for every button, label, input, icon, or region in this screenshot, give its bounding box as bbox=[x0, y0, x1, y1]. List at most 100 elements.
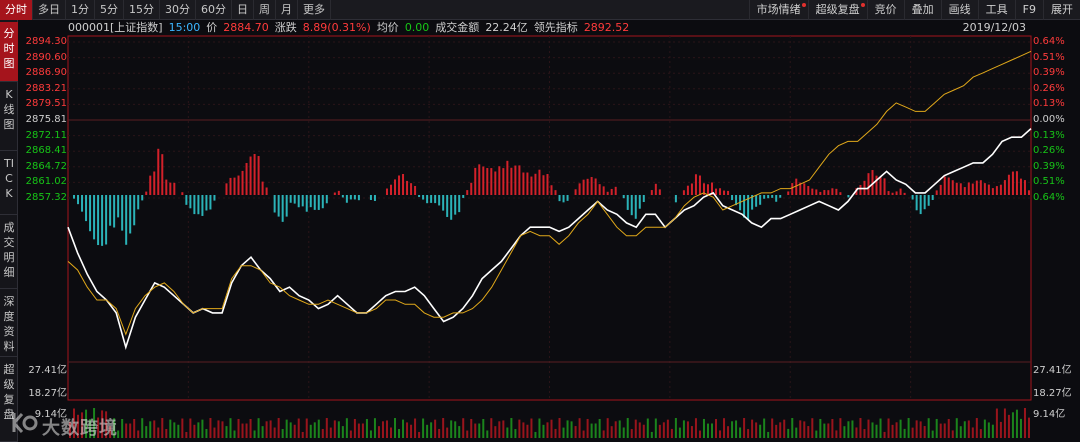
volume-bar bbox=[450, 420, 453, 438]
volume-bar bbox=[763, 418, 766, 438]
volume-bar bbox=[422, 418, 425, 438]
tool-button[interactable]: F9 bbox=[1014, 0, 1043, 20]
momentum-bar bbox=[999, 184, 1002, 195]
tool-button[interactable]: 市场情绪 bbox=[748, 0, 808, 20]
volume-bar bbox=[381, 421, 384, 438]
momentum-bar bbox=[947, 177, 950, 195]
price-axis-label: 2864.72 bbox=[25, 160, 67, 172]
momentum-bar bbox=[883, 178, 886, 195]
volume-bar bbox=[325, 418, 328, 438]
momentum-bar bbox=[301, 195, 304, 207]
intraday-chart[interactable] bbox=[0, 0, 1080, 442]
volume-bar bbox=[594, 423, 597, 438]
volume-axis-label: 18.27亿 bbox=[28, 388, 67, 399]
momentum-bar bbox=[1015, 171, 1018, 195]
volume-bar bbox=[658, 424, 661, 438]
period-tab[interactable]: 日 bbox=[232, 0, 254, 20]
momentum-bar bbox=[755, 195, 758, 207]
volume-bar bbox=[1015, 409, 1018, 438]
momentum-bar bbox=[281, 195, 284, 222]
momentum-bar bbox=[522, 172, 525, 195]
volume-bar bbox=[365, 419, 368, 438]
volume-bar bbox=[674, 418, 677, 438]
momentum-bar bbox=[650, 190, 653, 195]
side-tab[interactable]: K线图 bbox=[0, 83, 18, 151]
price-axis-label: 2857.32 bbox=[25, 192, 67, 203]
tool-button[interactable]: 超级复盘 bbox=[807, 0, 867, 20]
period-tab[interactable]: 周 bbox=[254, 0, 276, 20]
side-tab[interactable]: TICK bbox=[0, 152, 18, 215]
period-tab[interactable]: 60分 bbox=[196, 0, 232, 20]
momentum-bar bbox=[161, 154, 164, 195]
side-tab-label: 成交明细 bbox=[3, 221, 15, 279]
period-tab[interactable]: 30分 bbox=[160, 0, 196, 20]
tool-button[interactable]: 叠加 bbox=[903, 0, 941, 20]
tool-button[interactable]: 画线 bbox=[940, 0, 978, 20]
momentum-bar bbox=[658, 189, 661, 195]
tool-button[interactable]: 竞价 bbox=[866, 0, 904, 20]
momentum-bar bbox=[911, 195, 914, 200]
momentum-bar bbox=[630, 195, 633, 216]
top-toolbar: 分时 多日 1分 5分 15分 30分 60分日周月更多 市场情绪 超级复盘 竞价 叠加 画线 工具 F… bbox=[0, 0, 1080, 20]
momentum-bar bbox=[189, 195, 192, 209]
volume-bar bbox=[514, 429, 517, 438]
tool-button[interactable]: 工具 bbox=[977, 0, 1015, 20]
momentum-bar bbox=[353, 195, 356, 200]
volume-bar bbox=[486, 430, 489, 438]
period-tab[interactable]: 15分 bbox=[124, 0, 160, 20]
period-tab[interactable]: 分时 bbox=[0, 0, 33, 20]
change-value: 8.89(0.31%) bbox=[302, 21, 371, 34]
momentum-bar bbox=[959, 183, 962, 195]
momentum-bar bbox=[763, 195, 766, 199]
volume-bar bbox=[919, 421, 922, 438]
volume-bar bbox=[161, 418, 164, 438]
volume-bar bbox=[715, 419, 718, 438]
volume-bar bbox=[755, 422, 758, 438]
period-tab[interactable]: 多日 bbox=[33, 0, 66, 20]
momentum-bar bbox=[418, 195, 421, 198]
percent-axis-label: 0.51% bbox=[1033, 51, 1065, 63]
percent-axis-label: 0.00% bbox=[1033, 114, 1065, 125]
volume-axis-label: 9.14亿 bbox=[1033, 409, 1066, 420]
momentum-bar bbox=[811, 188, 814, 195]
volume-bar bbox=[1007, 414, 1010, 438]
volume-bar bbox=[462, 418, 465, 438]
momentum-bar bbox=[674, 195, 677, 203]
momentum-bar bbox=[285, 195, 288, 217]
side-tab[interactable]: 成交明细 bbox=[0, 216, 18, 289]
volume-axis-label: 18.27亿 bbox=[1033, 388, 1072, 399]
momentum-bar bbox=[534, 173, 537, 195]
tool-label: 市场情绪 bbox=[756, 3, 801, 16]
side-tab[interactable]: 深度资料 bbox=[0, 290, 18, 357]
momentum-bar bbox=[971, 183, 974, 195]
period-tab[interactable]: 月 bbox=[276, 0, 298, 20]
volume-bar bbox=[494, 426, 497, 438]
momentum-bar bbox=[410, 183, 413, 195]
period-tab[interactable]: 1分 bbox=[66, 0, 95, 20]
momentum-bar bbox=[438, 195, 441, 206]
period-tab[interactable]: 5分 bbox=[95, 0, 124, 20]
volume-bar bbox=[217, 420, 220, 438]
side-tab[interactable]: 分时图 bbox=[0, 22, 18, 82]
volume-bar bbox=[606, 418, 609, 438]
volume-bar bbox=[771, 418, 774, 438]
momentum-bar bbox=[153, 171, 156, 195]
percent-axis-label: 0.64% bbox=[1033, 192, 1065, 203]
momentum-bar bbox=[1027, 190, 1030, 195]
volume-bar bbox=[225, 426, 228, 438]
tool-button[interactable]: 展开 bbox=[1043, 0, 1080, 20]
momentum-bar bbox=[77, 195, 80, 205]
volume-bar bbox=[899, 419, 902, 438]
watermark-text: 大数跨境 bbox=[42, 418, 118, 439]
volume-bar bbox=[538, 418, 541, 438]
volume-bar bbox=[967, 420, 970, 438]
period-tab[interactable]: 更多 bbox=[298, 0, 331, 20]
volume-bar bbox=[474, 423, 477, 438]
volume-bar bbox=[743, 418, 746, 438]
quote-info-line: 000001[上证指数] 15:00 价 2884.70 涨跌 8.89(0.31%) 均价… bbox=[68, 20, 635, 36]
volume-bar bbox=[341, 426, 344, 438]
volume-bar bbox=[955, 418, 958, 438]
momentum-bar bbox=[109, 195, 112, 226]
momentum-bar bbox=[305, 195, 308, 212]
volume-bar bbox=[434, 419, 437, 438]
